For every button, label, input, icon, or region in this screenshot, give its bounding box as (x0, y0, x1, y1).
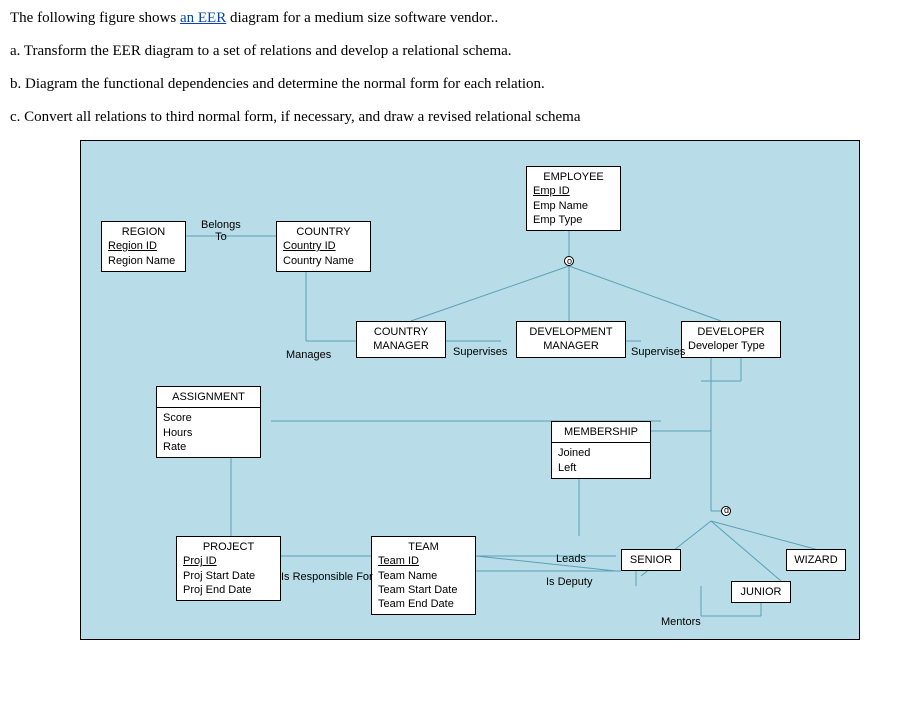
entity-assignment: ASSIGNMENT Score Hours Rate (156, 386, 261, 458)
entity-junior: JUNIOR (731, 581, 791, 603)
entity-developer: DEVELOPER Developer Type (681, 321, 781, 358)
entity-country: COUNTRY Country ID Country Name (276, 221, 371, 272)
entity-project-key: Proj ID (183, 554, 274, 568)
entity-employee-name: EMPLOYEE (533, 170, 614, 184)
entity-membership-attr1: Joined (558, 446, 644, 460)
eer-link[interactable]: an EER (180, 10, 226, 26)
entity-developer-name: DEVELOPER (688, 325, 774, 339)
rel-belongs-to: Belongs To (201, 219, 241, 243)
entity-team-name: TEAM (378, 540, 469, 554)
entity-team-key: Team ID (378, 554, 469, 568)
entity-team-attr1: Team Name (378, 569, 469, 583)
entity-country-attr1: Country Name (283, 254, 364, 268)
entity-country-name: COUNTRY (283, 225, 364, 239)
intro-line: The following figure shows an EER diagra… (10, 8, 887, 29)
rel-is-deputy: Is Deputy (546, 576, 592, 588)
entity-team-attr3: Team End Date (378, 597, 469, 611)
entity-region-attr1: Region Name (108, 254, 179, 268)
entity-development-manager: DEVELOPMENT MANAGER (516, 321, 626, 358)
entity-assignment-name: ASSIGNMENT (157, 387, 260, 408)
entity-membership-attr2: Left (558, 461, 644, 475)
entity-team: TEAM Team ID Team Name Team Start Date T… (371, 536, 476, 615)
entity-wizard: WIZARD (786, 549, 846, 571)
supertype-o-label: o (567, 256, 572, 266)
entity-employee-attr1: Emp Name (533, 199, 614, 213)
subtype-d-label: d (724, 505, 729, 515)
entity-region-key: Region ID (108, 239, 179, 253)
entity-employee-attr2: Emp Type (533, 213, 614, 227)
rel-supervises1: Supervises (453, 346, 507, 358)
entity-senior: SENIOR (621, 549, 681, 571)
entity-region-name: REGION (108, 225, 179, 239)
entity-team-attr2: Team Start Date (378, 583, 469, 597)
entity-employee-key: Emp ID (533, 184, 614, 198)
entity-country-manager: COUNTRY MANAGER (356, 321, 446, 358)
entity-project-name: PROJECT (183, 540, 274, 554)
part-c: c. Convert all relations to third normal… (10, 107, 887, 128)
entity-membership: MEMBERSHIP Joined Left (551, 421, 651, 479)
rel-supervises2: Supervises (631, 346, 685, 358)
entity-country-key: Country ID (283, 239, 364, 253)
entity-region: REGION Region ID Region Name (101, 221, 186, 272)
problem-text: The following figure shows an EER diagra… (10, 8, 887, 128)
rel-is-responsible-for: Is Responsible For (281, 571, 373, 583)
intro-text: The following figure shows (10, 10, 180, 26)
intro-tail: diagram for a medium size software vendo… (226, 10, 498, 26)
entity-project-attr2: Proj End Date (183, 583, 274, 597)
rel-leads: Leads (556, 553, 586, 565)
entity-membership-name: MEMBERSHIP (552, 422, 650, 443)
entity-assignment-attr2: Hours (163, 426, 254, 440)
entity-assignment-attr1: Score (163, 411, 254, 425)
entity-project-attr1: Proj Start Date (183, 569, 274, 583)
entity-project: PROJECT Proj ID Proj Start Date Proj End… (176, 536, 281, 601)
rel-mentors: Mentors (661, 616, 701, 628)
entity-employee: EMPLOYEE Emp ID Emp Name Emp Type (526, 166, 621, 231)
entity-assignment-attr3: Rate (163, 440, 254, 454)
eer-diagram: EMPLOYEE Emp ID Emp Name Emp Type REGION… (80, 140, 860, 640)
part-a: a. Transform the EER diagram to a set of… (10, 41, 887, 62)
part-b: b. Diagram the functional dependencies a… (10, 74, 887, 95)
rel-manages: Manages (286, 349, 331, 361)
entity-developer-attr1: Developer Type (688, 339, 774, 353)
